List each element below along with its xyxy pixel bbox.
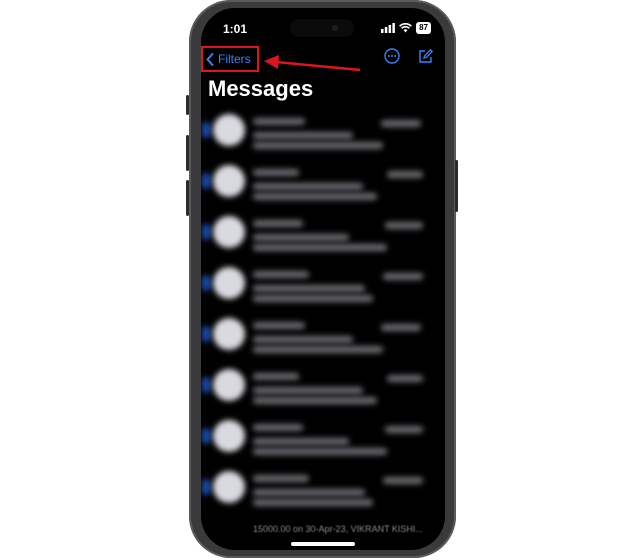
blurred-text bbox=[253, 132, 353, 139]
unread-indicator bbox=[202, 224, 210, 240]
unread-indicator bbox=[202, 428, 210, 444]
unread-indicator bbox=[202, 173, 210, 189]
avatar bbox=[213, 216, 245, 248]
message-row[interactable] bbox=[201, 461, 445, 512]
avatar bbox=[213, 165, 245, 197]
navigation-bar: Filters bbox=[201, 42, 445, 72]
page-title: Messages bbox=[208, 76, 314, 101]
volume-up-button bbox=[186, 135, 189, 171]
volume-down-button bbox=[186, 180, 189, 216]
blurred-text bbox=[253, 234, 349, 241]
blurred-text bbox=[253, 475, 309, 482]
blurred-text bbox=[253, 295, 373, 302]
nav-actions bbox=[384, 48, 433, 64]
blurred-text bbox=[253, 244, 387, 251]
dynamic-island bbox=[290, 19, 354, 37]
blurred-text bbox=[253, 285, 365, 292]
blurred-text bbox=[253, 193, 377, 200]
blurred-text bbox=[381, 324, 421, 331]
blurred-text bbox=[253, 271, 309, 278]
status-icons: 87 bbox=[381, 22, 431, 34]
blurred-text bbox=[253, 489, 365, 496]
blurred-text bbox=[381, 120, 421, 127]
message-row[interactable] bbox=[201, 359, 445, 410]
battery-icon: 87 bbox=[416, 22, 431, 34]
unread-indicator bbox=[202, 326, 210, 342]
blurred-text bbox=[253, 499, 373, 506]
message-row[interactable] bbox=[201, 155, 445, 206]
power-button bbox=[455, 160, 458, 212]
blurred-text bbox=[253, 142, 383, 149]
blurred-text bbox=[253, 424, 303, 431]
blurred-text bbox=[253, 387, 363, 394]
unread-indicator bbox=[202, 122, 210, 138]
more-icon[interactable] bbox=[384, 48, 400, 64]
message-row[interactable] bbox=[201, 308, 445, 359]
message-list[interactable] bbox=[201, 104, 445, 538]
blurred-text bbox=[253, 183, 363, 190]
blurred-text bbox=[253, 220, 303, 227]
blurred-text bbox=[387, 171, 423, 178]
phone-screen: 1:01 87 Filters Messages 15000.00 on 30-… bbox=[201, 8, 445, 550]
message-row[interactable] bbox=[201, 410, 445, 461]
avatar bbox=[213, 114, 245, 146]
blurred-text bbox=[253, 448, 387, 455]
unread-indicator bbox=[202, 479, 210, 495]
filters-back-button[interactable]: Filters bbox=[201, 46, 259, 72]
message-row[interactable] bbox=[201, 104, 445, 155]
message-row[interactable] bbox=[201, 257, 445, 308]
blurred-text bbox=[253, 169, 299, 176]
unread-indicator bbox=[202, 377, 210, 393]
blurred-text bbox=[253, 346, 383, 353]
blurred-text bbox=[253, 336, 353, 343]
avatar bbox=[213, 318, 245, 350]
blurred-text bbox=[385, 426, 423, 433]
blurred-text bbox=[385, 222, 423, 229]
blurred-text bbox=[253, 322, 305, 329]
unread-indicator bbox=[202, 275, 210, 291]
blurred-text bbox=[387, 375, 423, 382]
avatar bbox=[213, 471, 245, 503]
blurred-text bbox=[383, 477, 423, 484]
partial-message-preview: 15000.00 on 30-Apr-23, VIKRANT KISHI... bbox=[253, 524, 423, 534]
status-bar: 1:01 87 bbox=[201, 8, 445, 38]
blurred-text bbox=[253, 373, 299, 380]
wifi-icon bbox=[399, 23, 413, 33]
avatar bbox=[213, 267, 245, 299]
avatar bbox=[213, 420, 245, 452]
blurred-text bbox=[383, 273, 423, 280]
message-row[interactable] bbox=[201, 206, 445, 257]
back-button-label: Filters bbox=[218, 52, 251, 66]
action-button bbox=[186, 95, 189, 115]
blurred-text bbox=[253, 397, 377, 404]
blurred-text bbox=[253, 438, 349, 445]
blurred-text bbox=[253, 118, 305, 125]
signal-icon bbox=[381, 23, 395, 33]
avatar bbox=[213, 369, 245, 401]
compose-icon[interactable] bbox=[418, 48, 433, 64]
status-time: 1:01 bbox=[223, 22, 248, 36]
chevron-left-icon bbox=[206, 52, 214, 66]
home-indicator[interactable] bbox=[291, 542, 355, 546]
